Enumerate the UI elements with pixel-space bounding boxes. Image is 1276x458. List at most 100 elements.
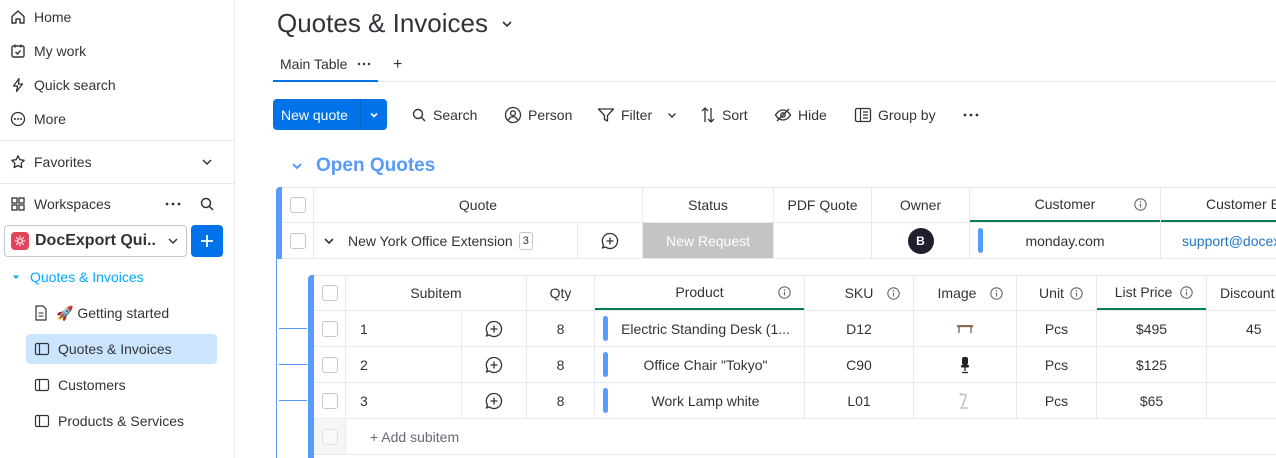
row-checkbox[interactable] xyxy=(321,392,338,409)
nav-my-work[interactable]: My work xyxy=(10,39,86,63)
column-header-sku[interactable]: SKU xyxy=(805,276,913,310)
subitems-select-all-cell[interactable] xyxy=(314,276,345,310)
discount-cell[interactable] xyxy=(1207,347,1276,382)
column-header-quote[interactable]: Quote xyxy=(314,188,642,222)
add-view-button[interactable]: + xyxy=(393,56,402,74)
unit-cell[interactable]: Pcs xyxy=(1017,383,1096,418)
unit-cell[interactable]: Pcs xyxy=(1017,347,1096,382)
status-badge[interactable]: New Request xyxy=(643,223,773,258)
hide-button[interactable]: Hide xyxy=(774,104,827,126)
list-price-cell[interactable]: $495 xyxy=(1097,311,1206,346)
product-cell[interactable]: Office Chair "Tokyo" xyxy=(595,347,804,382)
add-update-cell[interactable] xyxy=(462,347,526,382)
qty-cell[interactable]: 8 xyxy=(527,347,594,382)
tree-item-products-services[interactable]: Products & Services xyxy=(26,406,217,436)
tree-item-customers[interactable]: Customers xyxy=(26,370,217,400)
column-header-pdf-quote[interactable]: PDF Quote xyxy=(774,188,871,222)
subitem-name[interactable]: 3 xyxy=(346,383,461,418)
group-by-button[interactable]: Group by xyxy=(854,104,936,126)
column-header-subitem[interactable]: Subitem xyxy=(346,276,526,310)
product-cell[interactable]: Electric Standing Desk (1... xyxy=(595,311,804,346)
add-update-cell[interactable] xyxy=(578,223,642,258)
row-checkbox[interactable] xyxy=(321,320,338,337)
add-update-icon[interactable] xyxy=(484,391,504,411)
subitem-name[interactable]: 2 xyxy=(346,347,461,382)
column-header-product[interactable]: Product xyxy=(595,276,804,308)
info-icon[interactable] xyxy=(1180,286,1193,299)
pdf-quote-cell[interactable] xyxy=(774,223,871,258)
column-header-customer[interactable]: Customer xyxy=(970,188,1160,220)
chevron-down-icon[interactable] xyxy=(666,109,678,121)
column-header-status[interactable]: Status xyxy=(643,188,773,222)
row-select-cell[interactable] xyxy=(314,311,345,346)
column-header-qty[interactable]: Qty xyxy=(527,276,594,310)
group-header[interactable]: Open Quotes xyxy=(290,155,435,177)
sku-cell[interactable]: D12 xyxy=(805,311,913,346)
favorites-toggle[interactable]: Favorites xyxy=(10,150,92,174)
tree-item-quotes-invoices[interactable]: Quotes & Invoices xyxy=(26,334,217,364)
chevron-down-icon[interactable] xyxy=(290,159,304,173)
nav-quick-search[interactable]: Quick search xyxy=(10,73,116,97)
row-checkbox[interactable] xyxy=(289,232,306,249)
info-icon[interactable] xyxy=(887,287,900,300)
nav-more[interactable]: More xyxy=(10,107,66,131)
sort-button[interactable]: Sort xyxy=(700,104,748,126)
nav-home[interactable]: Home xyxy=(10,5,71,29)
chevron-down-icon[interactable] xyxy=(199,154,215,170)
list-price-cell[interactable]: $65 xyxy=(1097,383,1206,418)
image-cell[interactable] xyxy=(914,383,1016,418)
select-all-checkbox[interactable] xyxy=(321,285,338,301)
more-options-button[interactable] xyxy=(962,104,980,126)
customer-cell[interactable]: monday.com xyxy=(970,223,1160,258)
folder-quotes-invoices[interactable]: Quotes & Invoices xyxy=(10,262,144,292)
image-cell[interactable] xyxy=(914,347,1016,382)
column-header-customer-email[interactable]: Customer E xyxy=(1161,188,1276,220)
add-update-cell[interactable] xyxy=(462,311,526,346)
workspace-selector[interactable]: DocExport Qui... xyxy=(4,225,187,257)
discount-cell[interactable] xyxy=(1207,383,1276,418)
info-icon[interactable] xyxy=(1070,287,1083,300)
add-update-cell[interactable] xyxy=(462,383,526,418)
column-header-list-price[interactable]: List Price xyxy=(1097,276,1206,308)
sku-cell[interactable]: L01 xyxy=(805,383,913,418)
unit-cell[interactable]: Pcs xyxy=(1017,311,1096,346)
product-cell[interactable]: Work Lamp white xyxy=(595,383,804,418)
filter-button[interactable]: Filter xyxy=(597,104,678,126)
person-filter-button[interactable]: Person xyxy=(504,104,572,126)
row-select-cell[interactable] xyxy=(282,223,313,258)
column-header-owner[interactable]: Owner xyxy=(872,188,969,222)
row-checkbox[interactable] xyxy=(321,356,338,373)
new-quote-button[interactable]: New quote xyxy=(273,99,387,130)
chevron-down-icon[interactable] xyxy=(361,109,387,121)
search-button[interactable]: Search xyxy=(411,104,477,126)
tree-item-getting-started[interactable]: 🚀 Getting started xyxy=(26,298,217,328)
more-dots-icon[interactable] xyxy=(164,196,182,212)
add-update-icon[interactable] xyxy=(484,319,504,339)
avatar[interactable]: B xyxy=(907,227,934,254)
row-select-cell[interactable] xyxy=(314,347,345,382)
add-workspace-item-button[interactable] xyxy=(191,225,223,257)
column-header-image[interactable]: Image xyxy=(914,276,1016,310)
column-header-unit[interactable]: Unit xyxy=(1017,276,1096,310)
info-icon[interactable] xyxy=(990,287,1003,300)
tab-main-table[interactable]: Main Table xyxy=(273,48,379,82)
info-icon[interactable] xyxy=(778,286,791,299)
sku-cell[interactable]: C90 xyxy=(805,347,913,382)
select-all-cell[interactable] xyxy=(282,188,313,222)
owner-cell[interactable]: B xyxy=(872,223,969,258)
select-all-checkbox[interactable] xyxy=(289,197,306,213)
list-price-cell[interactable]: $125 xyxy=(1097,347,1206,382)
qty-cell[interactable]: 8 xyxy=(527,311,594,346)
board-title[interactable]: Quotes & Invoices xyxy=(277,8,514,39)
row-select-cell[interactable] xyxy=(314,383,345,418)
customer-email-cell[interactable]: support@docex xyxy=(1161,223,1276,258)
info-icon[interactable] xyxy=(1134,198,1147,211)
image-cell[interactable] xyxy=(914,311,1016,346)
add-update-icon[interactable] xyxy=(484,355,504,375)
chevron-down-icon[interactable] xyxy=(322,234,336,248)
subitem-name[interactable]: 1 xyxy=(346,311,461,346)
more-dots-icon[interactable] xyxy=(357,61,371,67)
column-header-discount[interactable]: Discount xyxy=(1207,276,1276,310)
item-name-cell[interactable]: New York Office Extension 3 xyxy=(314,223,577,258)
qty-cell[interactable]: 8 xyxy=(527,383,594,418)
